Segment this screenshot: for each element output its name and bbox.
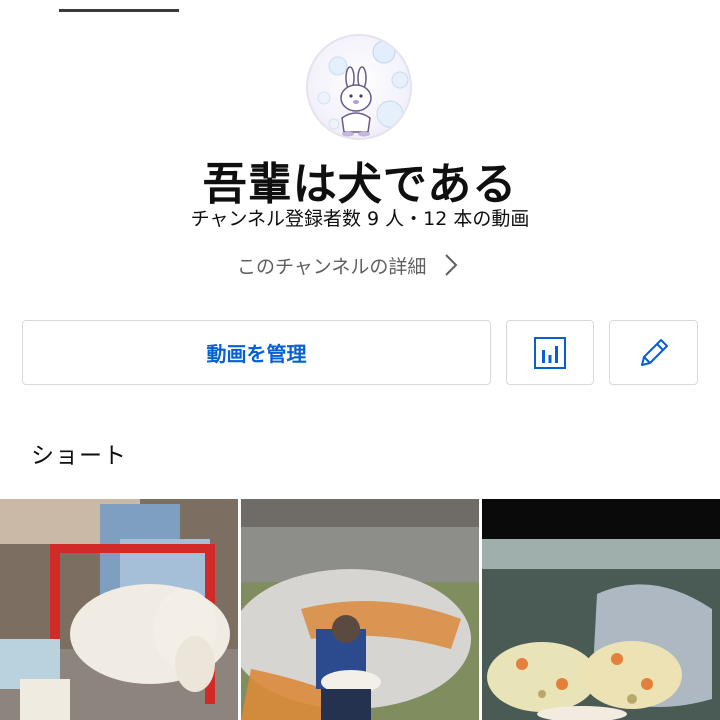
thumbnail-image [0, 499, 238, 720]
tab-indicator [59, 9, 179, 12]
edit-channel-button[interactable] [609, 320, 698, 385]
channel-stats: チャンネル登録者数 9 人・12 本の動画 [190, 208, 530, 230]
manage-videos-button[interactable]: 動画を管理 [22, 320, 491, 385]
shorts-section-title: ショート [31, 443, 127, 469]
avatar-bunny-illustration [317, 40, 409, 137]
short-thumbnail-1[interactable] [0, 499, 238, 720]
manage-videos-label: 動画を管理 [206, 342, 307, 366]
channel-avatar[interactable] [306, 34, 412, 140]
chevron-right-icon [445, 254, 458, 276]
analytics-bar-chart-icon [534, 336, 566, 369]
channel-details-label: このチャンネルの詳細 [237, 255, 427, 278]
thumbnail-image [241, 499, 479, 720]
channel-name: 吾輩は犬である [202, 159, 518, 210]
thumbnail-image [482, 499, 720, 720]
pencil-edit-icon [640, 338, 668, 366]
short-thumbnail-3[interactable] [482, 499, 720, 720]
analytics-button[interactable] [506, 320, 594, 385]
short-thumbnail-2[interactable] [241, 499, 479, 720]
channel-details-link[interactable]: このチャンネルの詳細 [237, 250, 458, 280]
